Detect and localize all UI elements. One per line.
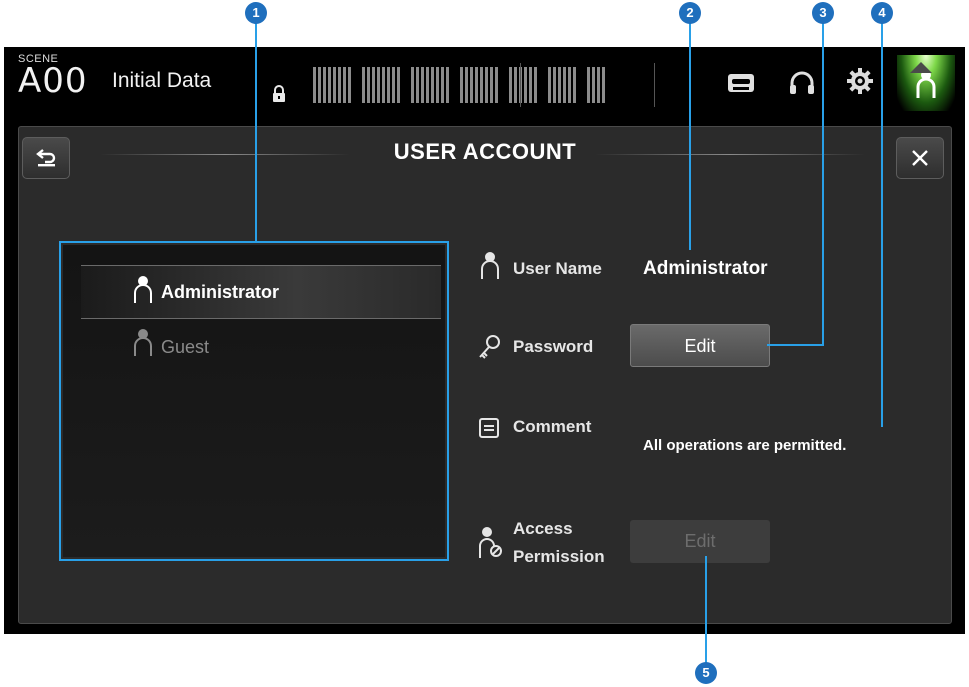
- meter-bar: [558, 67, 561, 103]
- list-item-label: Guest: [161, 337, 210, 357]
- active-tab-pointer: [910, 62, 932, 73]
- callout-4: 4: [871, 2, 893, 24]
- meter-bar: [485, 67, 488, 103]
- meter-bar: [338, 67, 341, 103]
- meter-bar: [387, 67, 390, 103]
- key-icon: [479, 335, 500, 359]
- meter-bar: [587, 67, 590, 103]
- access-permission-icon: [479, 527, 502, 558]
- meter-bar: [592, 67, 595, 103]
- return-arrow-icon: [36, 149, 56, 167]
- comment-label: Comment: [513, 417, 592, 436]
- access-permission-label-line2: Permission: [513, 547, 605, 566]
- callout-2: 2: [679, 2, 701, 24]
- access-permission-label-line1: Access: [513, 519, 573, 538]
- callout-4-line: [881, 22, 883, 427]
- callout-5-line: [705, 556, 707, 664]
- user-name-label: User Name: [513, 259, 602, 278]
- meter-bar: [431, 67, 434, 103]
- meter-bar: [490, 67, 493, 103]
- comment-value: All operations are permitted.: [643, 437, 847, 454]
- meter-bar: [524, 67, 527, 103]
- meter-bar: [348, 67, 351, 103]
- user-icon: [134, 276, 152, 303]
- meter-bar: [480, 67, 483, 103]
- meter-bar: [377, 67, 380, 103]
- user-name-value: Administrator: [643, 258, 768, 279]
- meter-bar: [382, 67, 385, 103]
- lock-icon[interactable]: [272, 85, 286, 103]
- meter-bar: [509, 67, 512, 103]
- meter-bar: [333, 67, 336, 103]
- close-button[interactable]: [896, 137, 944, 179]
- meter-bar: [465, 67, 468, 103]
- user-icon: [481, 252, 499, 279]
- meter-bar: [426, 67, 429, 103]
- callout-5: 5: [695, 662, 717, 684]
- meter-bar: [534, 67, 537, 103]
- close-icon: [912, 150, 928, 166]
- meter-bar: [362, 67, 365, 103]
- meter-bar: [563, 67, 566, 103]
- meter-bar: [318, 67, 321, 103]
- meter-bar: [372, 67, 375, 103]
- meter-bar: [568, 67, 571, 103]
- meter-bar: [446, 67, 449, 103]
- callout-3: 3: [812, 2, 834, 24]
- callout-2-line: [689, 22, 691, 250]
- meter-bar: [602, 67, 605, 103]
- recorder-icon[interactable]: [727, 71, 755, 95]
- meter-bar: [328, 67, 331, 103]
- meter-bar: [411, 67, 414, 103]
- level-meters: [313, 63, 655, 107]
- meter-bar: [416, 67, 419, 103]
- access-permission-edit-button[interactable]: Edit: [630, 520, 770, 563]
- user-icon: [134, 329, 152, 356]
- user-icon: [916, 70, 936, 98]
- headphones-icon[interactable]: [789, 71, 815, 95]
- meter-bar: [441, 67, 444, 103]
- scene-number[interactable]: A00: [18, 61, 88, 101]
- meter-bar: [343, 67, 346, 103]
- dialog-title: USER ACCOUNT: [393, 139, 577, 164]
- meter-bar: [460, 67, 463, 103]
- meter-bar: [573, 67, 576, 103]
- meter-bar: [495, 67, 498, 103]
- callout-1: 1: [245, 2, 267, 24]
- meter-separator: [520, 63, 521, 107]
- meter-bar: [597, 67, 600, 103]
- list-item-label: Administrator: [161, 282, 280, 302]
- meter-bar: [323, 67, 326, 103]
- list-item-administrator[interactable]: Administrator: [81, 265, 441, 319]
- meter-bar: [397, 67, 400, 103]
- meter-bar: [514, 67, 517, 103]
- meter-bar: [529, 67, 532, 103]
- meter-bar: [367, 67, 370, 103]
- password-edit-button[interactable]: Edit: [630, 324, 770, 367]
- meter-bar: [392, 67, 395, 103]
- callout-3-line: [822, 22, 824, 346]
- meter-bar: [313, 67, 316, 103]
- meter-bar: [436, 67, 439, 103]
- callout-3-line-h: [767, 344, 824, 346]
- meter-bar: [421, 67, 424, 103]
- meter-separator: [654, 63, 655, 107]
- list-item-guest[interactable]: Guest: [81, 321, 441, 373]
- meter-bar: [470, 67, 473, 103]
- gear-icon[interactable]: [846, 67, 874, 95]
- meter-bar: [475, 67, 478, 103]
- back-button[interactable]: [22, 137, 70, 179]
- meter-bar: [553, 67, 556, 103]
- scene-title[interactable]: Initial Data: [112, 69, 211, 93]
- callout-1-line: [255, 22, 257, 242]
- comment-icon: [479, 418, 499, 438]
- password-label: Password: [513, 337, 594, 356]
- meter-bar: [548, 67, 551, 103]
- user-list[interactable]: Administrator Guest: [63, 245, 445, 557]
